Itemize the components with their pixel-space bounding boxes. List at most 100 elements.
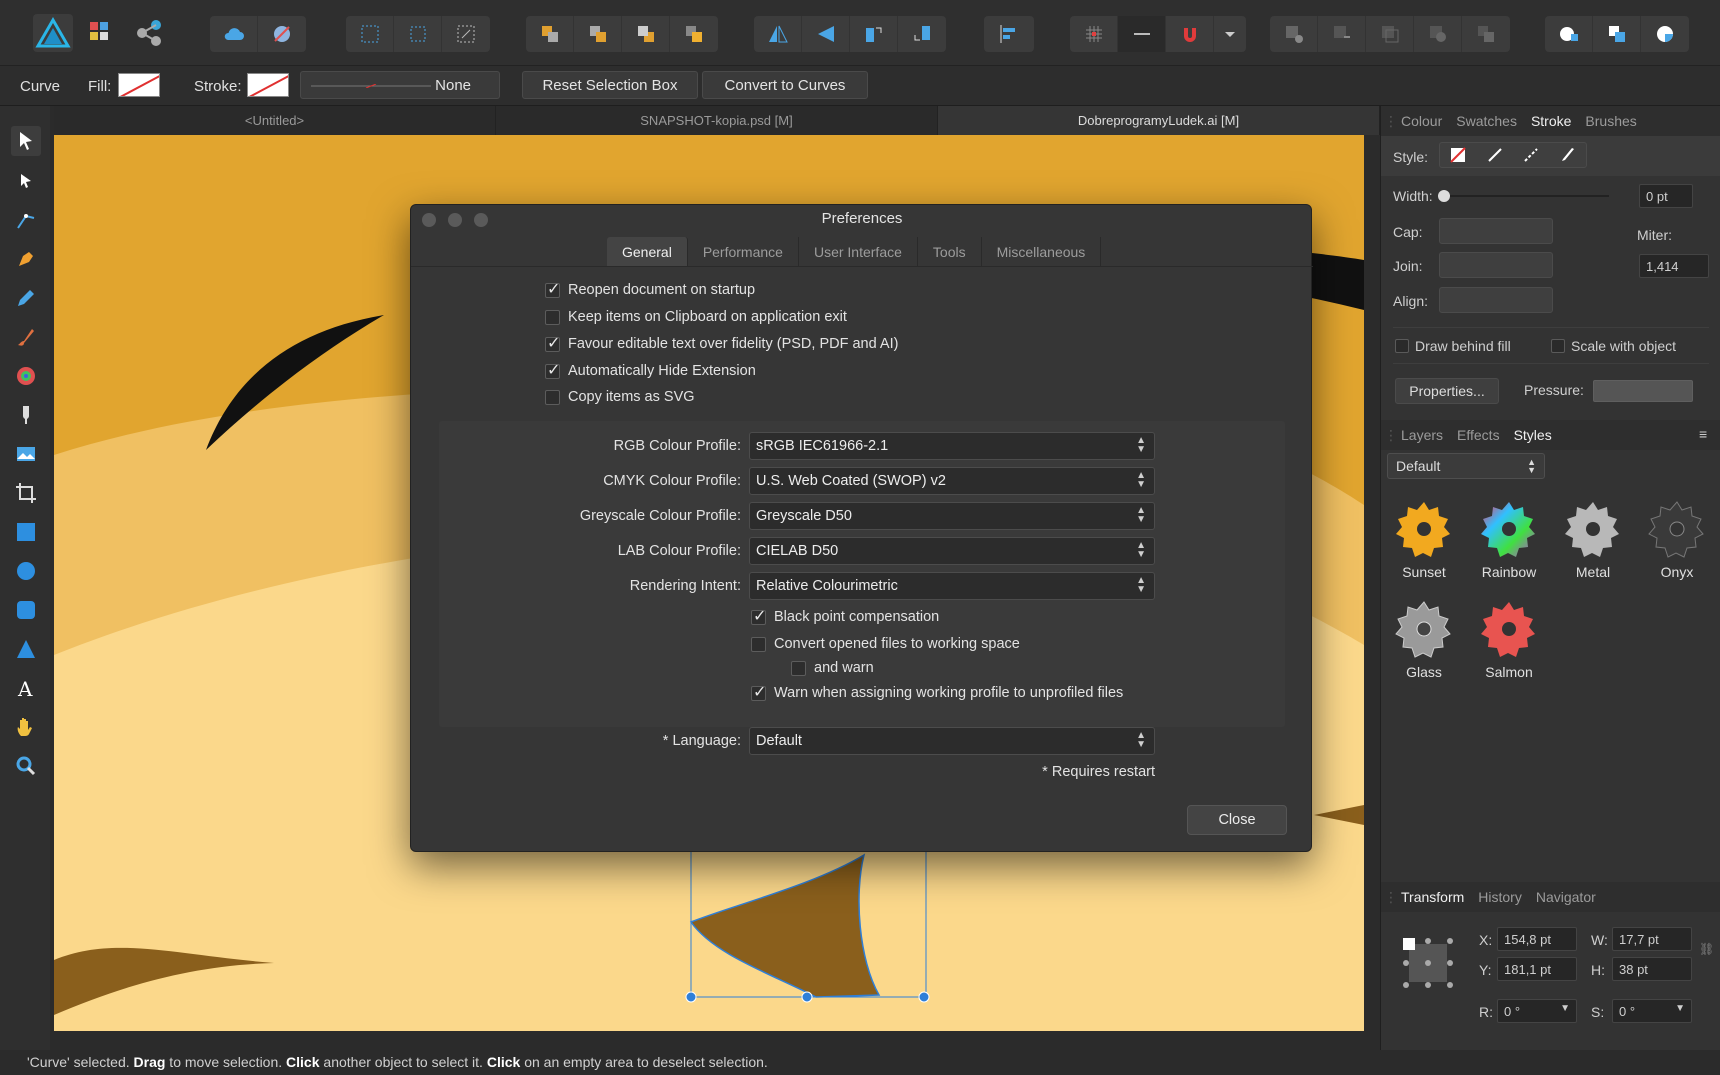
lab-profile-select[interactable]: CIELAB D50 ▲ ▼ <box>749 537 1155 565</box>
align-left-icon[interactable] <box>984 16 1032 52</box>
close-button[interactable]: Close <box>1187 805 1287 835</box>
hide-extension-checkbox[interactable]: Automatically Hide Extension <box>545 360 756 380</box>
tab-user-interface[interactable]: User Interface <box>799 237 918 267</box>
boolean-add-icon[interactable] <box>1270 16 1318 52</box>
style-rainbow[interactable]: Rainbow <box>1469 498 1549 580</box>
language-select[interactable]: Default ▲ ▼ <box>749 727 1155 755</box>
panel-grip-icon[interactable]: ⋮ <box>1381 889 1401 906</box>
h-value-field[interactable]: 38 pt <box>1612 957 1692 981</box>
fill-tool-icon[interactable] <box>11 361 41 391</box>
style-dashed-icon[interactable] <box>1513 143 1550 167</box>
greyscale-profile-select[interactable]: Greyscale D50 ▲ ▼ <box>749 502 1155 530</box>
persona-export-icon[interactable] <box>134 18 164 51</box>
boolean-divide-icon[interactable] <box>1462 16 1510 52</box>
tab-miscellaneous[interactable]: Miscellaneous <box>982 237 1102 267</box>
boolean-subtract-icon[interactable] <box>1318 16 1366 52</box>
insert-inside-icon[interactable] <box>1641 16 1689 52</box>
pen-tool-icon[interactable] <box>11 244 41 274</box>
style-solid-icon[interactable] <box>1477 143 1514 167</box>
boolean-intersect-icon[interactable] <box>1366 16 1414 52</box>
rotation-field[interactable]: 0 ° ▼ <box>1497 999 1577 1023</box>
move-to-back-icon[interactable] <box>526 16 574 52</box>
width-value-field[interactable]: 0 pt <box>1639 184 1693 208</box>
tab-stroke[interactable]: Stroke <box>1531 113 1571 129</box>
panel-menu-icon[interactable]: ≡ <box>1699 426 1707 442</box>
properties-button[interactable]: Properties... <box>1395 378 1499 404</box>
style-salmon[interactable]: Salmon <box>1469 598 1549 680</box>
rendering-intent-select[interactable]: Relative Colourimetric ▲ ▼ <box>749 572 1155 600</box>
panel-grip-icon[interactable]: ⋮ <box>1381 113 1401 130</box>
boolean-xor-icon[interactable] <box>1414 16 1462 52</box>
rectangle-tool-icon[interactable] <box>11 517 41 547</box>
flower-disabled-icon[interactable] <box>258 16 306 52</box>
move-forward-icon[interactable] <box>622 16 670 52</box>
x-value-field[interactable]: 154,8 pt <box>1497 927 1577 951</box>
persona-pixel-icon[interactable] <box>86 18 116 51</box>
miter-value-field[interactable]: 1,414 <box>1639 254 1709 278</box>
checkbox-box[interactable] <box>545 360 560 380</box>
hand-tool-icon[interactable] <box>11 712 41 742</box>
keep-clipboard-checkbox[interactable]: Keep items on Clipboard on application e… <box>545 309 847 325</box>
convert-to-curves-button[interactable]: Convert to Curves <box>702 71 868 99</box>
checkbox-box[interactable] <box>751 682 766 702</box>
style-metal[interactable]: Metal <box>1553 498 1633 580</box>
tab-swatches[interactable]: Swatches <box>1456 113 1517 129</box>
tab-general[interactable]: General <box>607 237 688 267</box>
favour-editable-text-checkbox[interactable]: Favour editable text over fidelity (PSD,… <box>545 333 898 353</box>
tab-colour[interactable]: Colour <box>1401 113 1442 129</box>
black-point-compensation-checkbox[interactable]: Black point compensation <box>751 606 939 626</box>
flip-vertical-icon[interactable] <box>802 16 850 52</box>
width-slider-handle[interactable] <box>1438 190 1450 202</box>
link-aspect-icon[interactable]: ⛓ <box>1699 942 1714 956</box>
snapping-magnet-icon[interactable] <box>1166 16 1214 52</box>
anchor-point-selector[interactable] <box>1403 938 1453 988</box>
doc-tab-dobreprogramy[interactable]: DobreprogramyLudek.ai [M] <box>938 106 1380 135</box>
canvas-vertical-scrollbar[interactable] <box>1366 135 1380 1031</box>
place-image-tool-icon[interactable] <box>11 439 41 469</box>
scale-with-object-checkbox[interactable] <box>1551 339 1565 353</box>
flip-horizontal-icon[interactable] <box>754 16 802 52</box>
checkbox-box[interactable] <box>545 309 560 325</box>
style-glass[interactable]: Glass <box>1384 598 1464 680</box>
brush-tool-icon[interactable] <box>11 322 41 352</box>
checkbox-box[interactable] <box>545 279 560 299</box>
convert-opened-files-checkbox[interactable]: Convert opened files to working space <box>751 636 1020 652</box>
doc-tab-snapshot[interactable]: SNAPSHOT-kopia.psd [M] <box>496 106 938 135</box>
rotate-left-icon[interactable] <box>850 16 898 52</box>
reopen-document-checkbox[interactable]: Reopen document on startup <box>545 279 755 299</box>
cmyk-profile-select[interactable]: U.S. Web Coated (SWOP) v2 ▲ ▼ <box>749 467 1155 495</box>
style-none-icon[interactable] <box>1440 143 1477 167</box>
width-slider[interactable] <box>1443 195 1609 197</box>
text-tool-icon[interactable]: A <box>11 673 41 703</box>
tab-layers[interactable]: Layers <box>1401 427 1443 443</box>
move-back-icon[interactable] <box>574 16 622 52</box>
checkbox-box[interactable] <box>545 333 560 353</box>
corner-tool-icon[interactable] <box>11 205 41 235</box>
bounds-icon[interactable] <box>394 16 442 52</box>
style-onyx[interactable]: Onyx <box>1637 498 1717 580</box>
tab-performance[interactable]: Performance <box>688 237 799 267</box>
draw-behind-fill-checkbox[interactable] <box>1395 339 1409 353</box>
pencil-tool-icon[interactable] <box>11 283 41 313</box>
tab-transform[interactable]: Transform <box>1401 889 1464 905</box>
tab-history[interactable]: History <box>1478 889 1522 905</box>
move-to-front-icon[interactable] <box>670 16 718 52</box>
y-value-field[interactable]: 181,1 pt <box>1497 957 1577 981</box>
checkbox-box[interactable] <box>545 389 560 405</box>
cloud-sync-icon[interactable] <box>210 16 258 52</box>
pressure-graph[interactable] <box>1593 380 1693 402</box>
stroke-swatch[interactable] <box>247 73 289 97</box>
doc-tab-untitled[interactable]: <Untitled> <box>54 106 496 135</box>
w-value-field[interactable]: 17,7 pt <box>1612 927 1692 951</box>
app-logo-icon[interactable] <box>33 14 73 52</box>
rounded-rectangle-tool-icon[interactable] <box>11 595 41 625</box>
tab-navigator[interactable]: Navigator <box>1536 889 1596 905</box>
warn-unprofiled-checkbox[interactable]: Warn when assigning working profile to u… <box>751 682 1123 702</box>
fill-swatch[interactable] <box>118 73 160 97</box>
rgb-profile-select[interactable]: sRGB IEC61966-2.1 ▲ ▼ <box>749 432 1155 460</box>
insert-behind-icon[interactable] <box>1545 16 1593 52</box>
checkbox-box[interactable] <box>791 660 806 676</box>
style-brush-icon[interactable] <box>1550 143 1587 167</box>
snapping-dropdown-icon[interactable] <box>1214 16 1246 52</box>
tab-effects[interactable]: Effects <box>1457 427 1500 443</box>
